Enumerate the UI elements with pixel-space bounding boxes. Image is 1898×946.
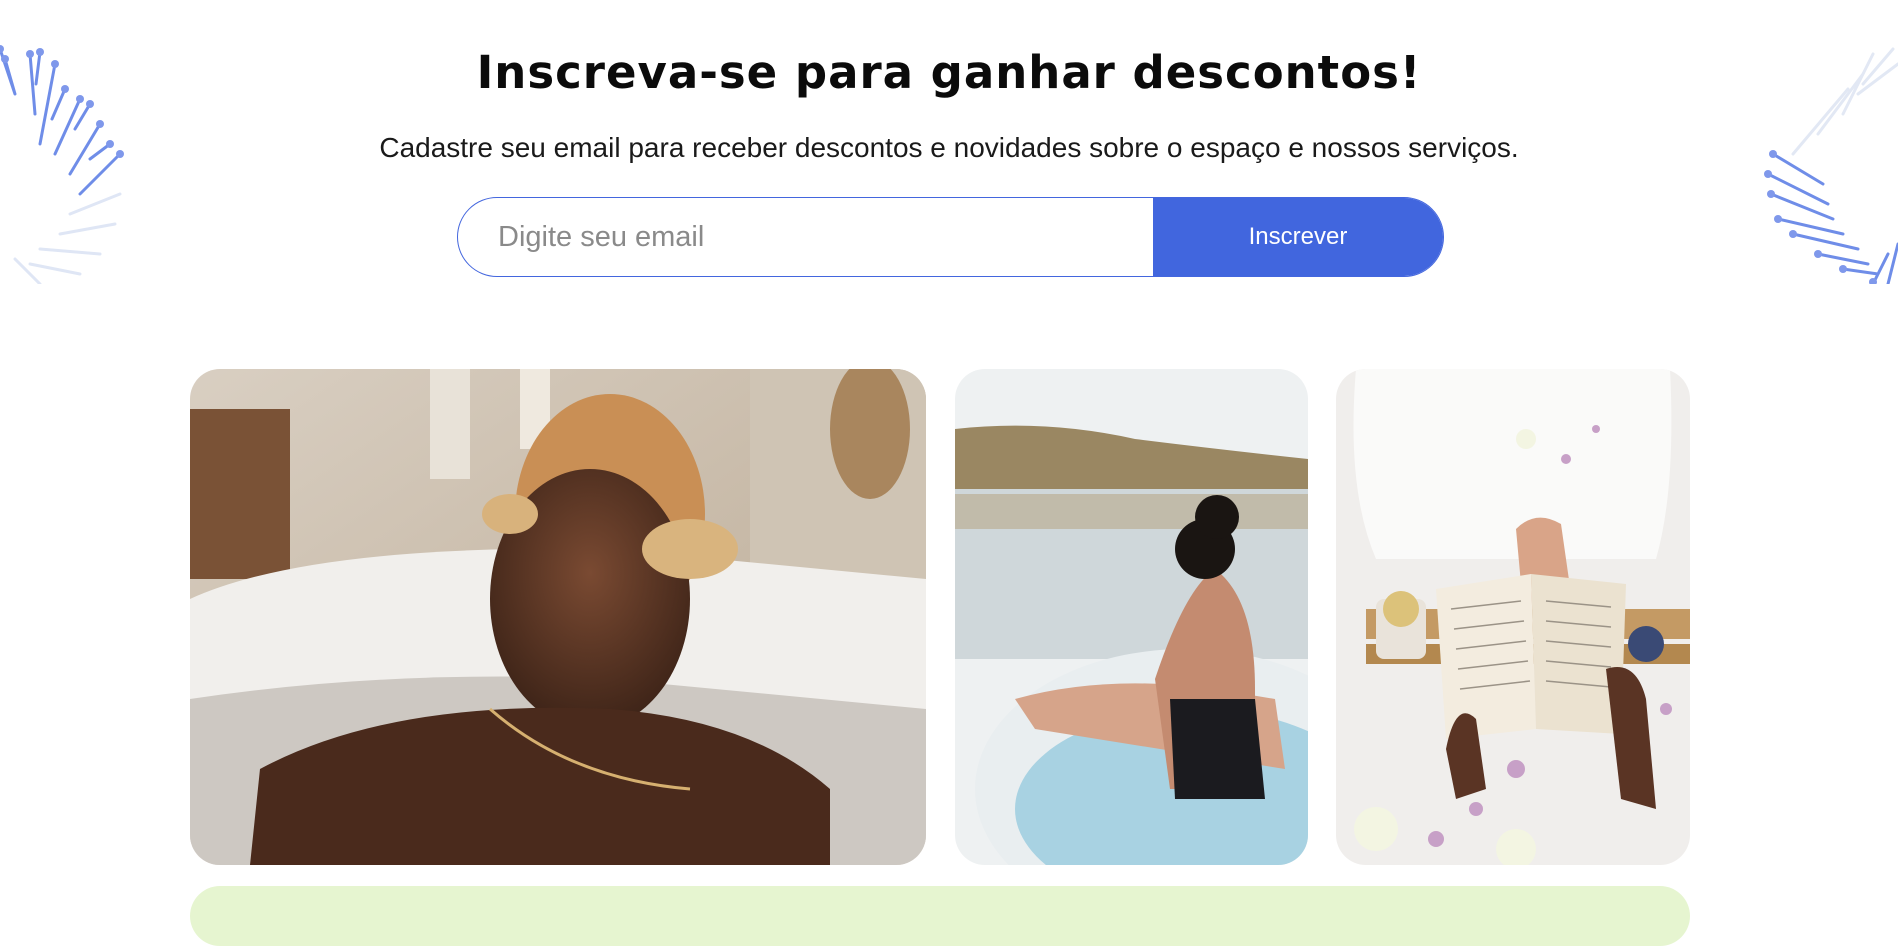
spa-photo-bathtub-man (190, 369, 926, 865)
subscribe-button[interactable]: Inscrever (1153, 198, 1443, 276)
footer-green-band (190, 886, 1690, 946)
newsletter-title: Inscreva-se para ganhar descontos! (476, 46, 1422, 99)
newsletter-form: Inscrever (457, 197, 1444, 277)
spa-photo-milk-bath-book (1336, 369, 1690, 865)
spa-photo-lake-hottub (955, 369, 1308, 865)
email-input[interactable] (458, 198, 1153, 276)
newsletter-subtitle: Cadastre seu email para receber desconto… (379, 132, 1519, 163)
